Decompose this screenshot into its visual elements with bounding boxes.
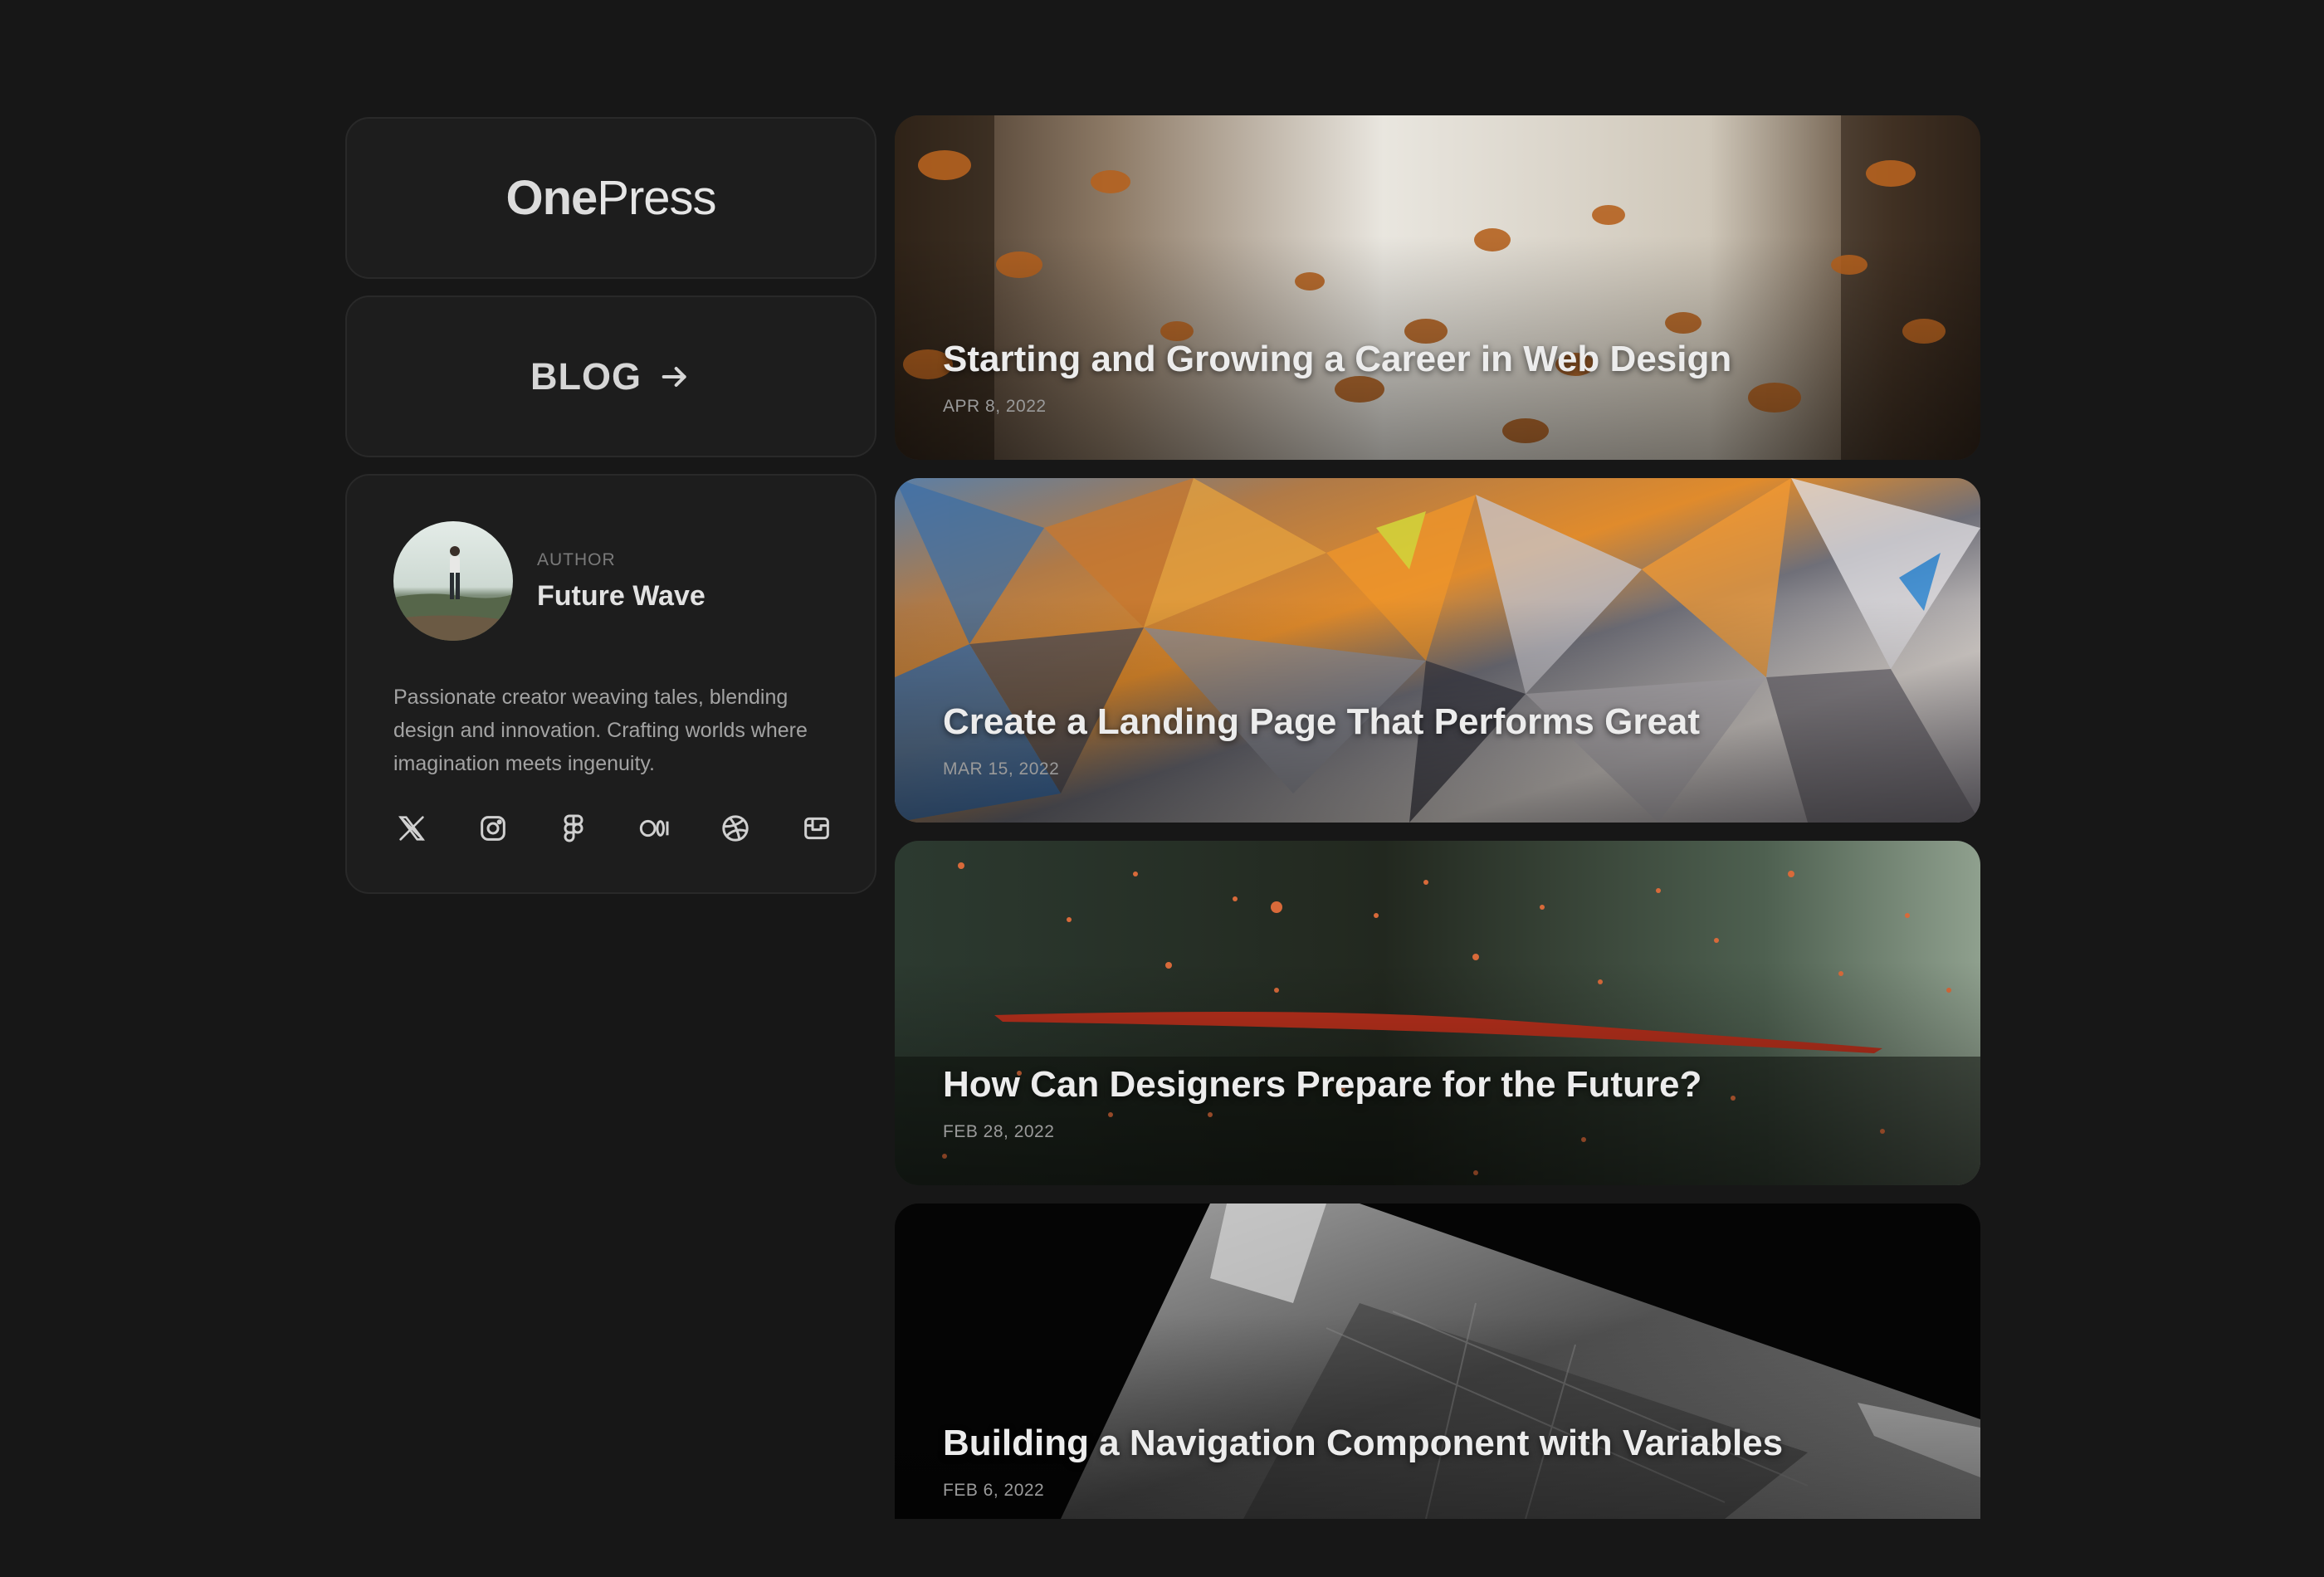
- logo-light-text: Press: [597, 171, 716, 225]
- post-text: How Can Designers Prepare for the Future…: [943, 1064, 1702, 1142]
- post-text: Building a Navigation Component with Var…: [943, 1423, 1783, 1501]
- blog-link-card[interactable]: BLOG: [345, 295, 876, 457]
- instagram-icon[interactable]: [475, 810, 511, 847]
- inbox-icon[interactable]: [798, 810, 835, 847]
- dribbble-icon[interactable]: [717, 810, 754, 847]
- posts-list: Starting and Growing a Career in Web Des…: [895, 115, 1980, 1519]
- post-title[interactable]: Starting and Growing a Career in Web Des…: [943, 339, 1731, 380]
- post-title[interactable]: How Can Designers Prepare for the Future…: [943, 1064, 1702, 1106]
- site-logo[interactable]: OnePress: [505, 170, 716, 226]
- author-card: AUTHOR Future Wave Passionate creator we…: [345, 474, 876, 894]
- sidebar: OnePress BLOG AUTHOR Future Wave Passion…: [345, 117, 876, 894]
- post-date: FEB 6, 2022: [943, 1481, 1045, 1500]
- post-card[interactable]: Building a Navigation Component with Var…: [895, 1204, 1980, 1519]
- x-icon[interactable]: [393, 810, 430, 847]
- post-title[interactable]: Create a Landing Page That Performs Grea…: [943, 701, 1700, 743]
- medium-icon[interactable]: [637, 810, 673, 847]
- author-header: AUTHOR Future Wave: [393, 521, 828, 641]
- post-text: Starting and Growing a Career in Web Des…: [943, 339, 1731, 417]
- arrow-right-icon: [658, 360, 691, 393]
- post-card[interactable]: How Can Designers Prepare for the Future…: [895, 841, 1980, 1185]
- post-title[interactable]: Building a Navigation Component with Var…: [943, 1423, 1783, 1464]
- post-date: FEB 28, 2022: [943, 1122, 1055, 1141]
- author-meta: AUTHOR Future Wave: [537, 550, 706, 613]
- author-label: AUTHOR: [537, 549, 616, 569]
- blog-link-label[interactable]: BLOG: [530, 355, 642, 398]
- author-avatar[interactable]: [393, 521, 513, 641]
- post-card[interactable]: Create a Landing Page That Performs Grea…: [895, 478, 1980, 823]
- post-text: Create a Landing Page That Performs Grea…: [943, 701, 1700, 779]
- logo-card[interactable]: OnePress: [345, 117, 876, 279]
- post-card[interactable]: Starting and Growing a Career in Web Des…: [895, 115, 1980, 460]
- post-date: MAR 15, 2022: [943, 759, 1060, 779]
- author-bio: Passionate creator weaving tales, blendi…: [393, 686, 808, 775]
- post-date: APR 8, 2022: [943, 397, 1047, 416]
- figma-icon[interactable]: [555, 810, 592, 847]
- social-links: [393, 810, 835, 847]
- author-name[interactable]: Future Wave: [537, 580, 706, 613]
- logo-bold-text: One: [505, 171, 598, 225]
